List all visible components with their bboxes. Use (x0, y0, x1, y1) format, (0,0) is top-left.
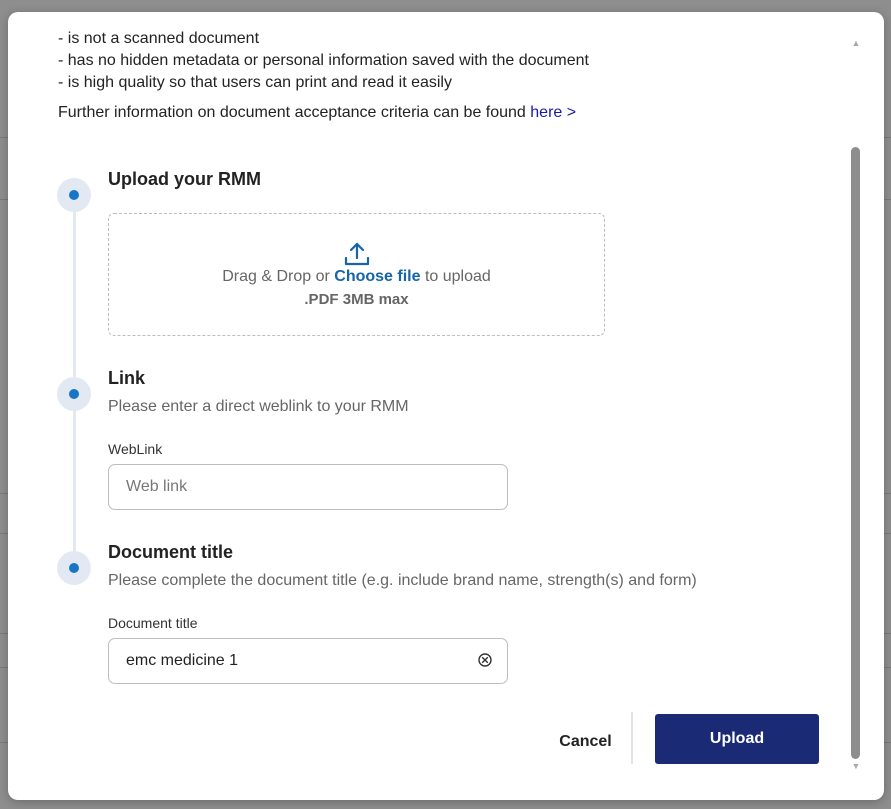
dropzone-instructions: Drag & Drop or Choose file to upload (109, 268, 604, 286)
acceptance-criteria-list: - is not a scanned document - has no hid… (58, 28, 589, 94)
upload-button[interactable]: Upload (655, 714, 819, 764)
document-title-label: Document title (108, 615, 198, 631)
further-info-label: Further information on document acceptan… (58, 104, 531, 121)
file-size-limit: .PDF 3MB max (304, 291, 409, 308)
scroll-down-icon[interactable]: ▼ (851, 761, 861, 771)
upload-rmm-dialog: - is not a scanned document - has no hid… (8, 12, 884, 800)
scrollbar-thumb[interactable] (851, 147, 860, 759)
upload-icon (344, 242, 370, 266)
step-indicator-upload (57, 178, 91, 212)
step-indicator-document-title (57, 551, 91, 585)
step-subtitle-link: Please enter a direct weblink to your RM… (108, 398, 409, 415)
further-info-text: Further information on document acceptan… (58, 104, 576, 122)
document-title-input[interactable] (108, 638, 508, 684)
to-upload-text: to upload (420, 268, 491, 285)
step-title-upload: Upload your RMM (108, 169, 261, 189)
criteria-item: - is high quality so that users can prin… (58, 74, 452, 91)
choose-file-link[interactable]: Choose file (334, 268, 420, 285)
drag-drop-text: Drag & Drop or (222, 268, 335, 285)
clear-input-icon[interactable] (477, 652, 493, 668)
button-divider (631, 712, 633, 764)
file-dropzone[interactable]: Drag & Drop or Choose file to upload .PD… (108, 213, 605, 336)
criteria-here-link[interactable]: here > (530, 104, 576, 121)
cancel-button[interactable]: Cancel (548, 726, 623, 758)
criteria-item: - has no hidden metadata or personal inf… (58, 52, 589, 69)
dialog-content: - is not a scanned document - has no hid… (8, 12, 848, 800)
dialog-scrollbar[interactable]: ▲ ▼ (848, 34, 864, 778)
step-subtitle-document-title: Please complete the document title (e.g.… (108, 572, 697, 589)
step-indicator-link (57, 377, 91, 411)
weblink-label: WebLink (108, 441, 163, 457)
criteria-item: - is not a scanned document (58, 30, 260, 47)
scroll-up-icon[interactable]: ▲ (851, 38, 861, 48)
weblink-input[interactable] (108, 464, 508, 510)
step-title-document-title: Document title (108, 542, 234, 562)
step-title-link: Link (108, 368, 146, 388)
